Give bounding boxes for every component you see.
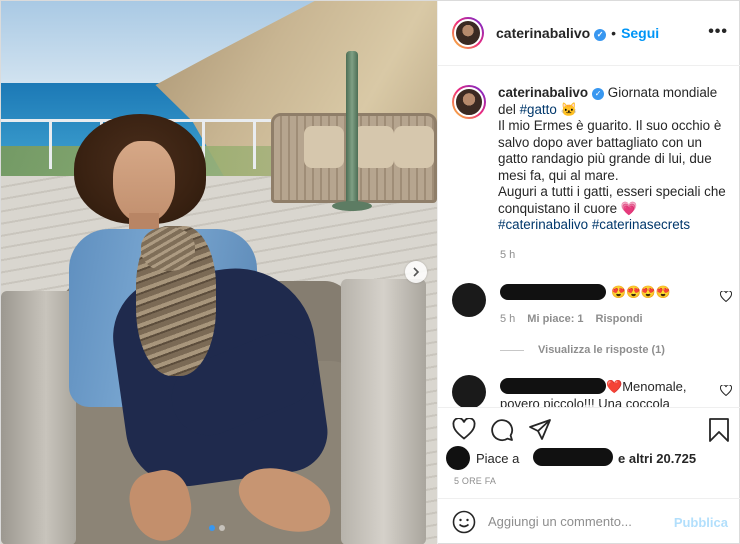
avatar[interactable] xyxy=(452,375,486,407)
cat-emoji: 🐱 xyxy=(560,101,578,117)
redacted-username xyxy=(533,448,613,466)
replies-line xyxy=(500,349,524,351)
comment-text: 😍😍😍😍 xyxy=(611,285,671,299)
carousel-dots xyxy=(209,525,225,531)
photo-woman xyxy=(1,1,437,544)
add-comment-bar: Pubblica xyxy=(438,498,740,544)
avatar[interactable] xyxy=(452,17,484,49)
hashtag-link[interactable]: #caterinasecrets xyxy=(592,217,690,232)
likes-count[interactable]: e altri 20.725 xyxy=(618,451,696,466)
heart-icon[interactable] xyxy=(719,290,733,305)
comment-meta: 5 h Mi piace: 1 Rispondi xyxy=(500,313,643,325)
post-timestamp[interactable]: 5 ORE FA xyxy=(454,476,496,486)
header-username[interactable]: caterinabalivo ✓ xyxy=(496,25,607,41)
avatar[interactable] xyxy=(452,85,486,119)
verified-icon: ✓ xyxy=(592,88,605,101)
caption-username[interactable]: caterinabalivo xyxy=(498,85,588,100)
heart-emoji: ❤️ xyxy=(606,379,623,394)
post-header: caterinabalivo ✓ • Segui ••• xyxy=(438,1,740,66)
caption-line3: Auguri a tutti i gatti, esseri speciali … xyxy=(498,184,726,216)
emoji-icon[interactable] xyxy=(452,510,476,539)
carousel-dot xyxy=(219,525,225,531)
redacted-username xyxy=(500,378,606,394)
avatar[interactable] xyxy=(452,283,486,317)
hashtag-link[interactable]: #gatto xyxy=(520,102,557,117)
publish-button[interactable]: Pubblica xyxy=(674,515,728,530)
cat-head xyxy=(141,227,195,271)
reply-button[interactable]: Rispondi xyxy=(596,313,643,325)
carousel-dot-active xyxy=(209,525,215,531)
likes-prefix: Piace a xyxy=(476,451,520,466)
comment-time: 5 h xyxy=(500,313,516,325)
avatar[interactable] xyxy=(446,446,470,470)
chevron-right-icon[interactable] xyxy=(405,261,427,283)
post-photo[interactable] xyxy=(1,1,437,544)
redacted-username xyxy=(500,284,606,300)
comment: ❤️Menomale, povero piccolo!!! Una coccol… xyxy=(452,375,732,407)
caption-time: 5 h xyxy=(500,249,516,261)
comment-text: ❤️Menomale, povero piccolo!!! Una coccol… xyxy=(500,378,720,407)
view-replies-button[interactable]: Visualizza le risposte (1) xyxy=(500,344,665,356)
woman-face xyxy=(113,141,175,223)
caption-text: caterinabalivo ✓ Giornata mondiale del #g… xyxy=(498,85,734,234)
likes-summary[interactable]: Piace a e altri 20.725 xyxy=(446,443,736,471)
more-options-icon[interactable]: ••• xyxy=(708,23,728,41)
post-caption: caterinabalivo ✓ Giornata mondiale del #g… xyxy=(452,85,734,234)
follow-button[interactable]: Segui xyxy=(621,25,659,41)
post-panel: caterinabalivo ✓ • Segui ••• caterinabali… xyxy=(437,1,740,544)
view-replies-label: Visualizza le risposte (1) xyxy=(538,344,665,356)
verified-icon: ✓ xyxy=(594,28,607,41)
separator-dot: • xyxy=(611,25,617,41)
instagram-post: caterinabalivo ✓ • Segui ••• caterinabali… xyxy=(0,0,740,544)
caption-line2: Il mio Ermes è guarito. Il suo occhio è … xyxy=(498,118,722,183)
heart-icon[interactable] xyxy=(719,384,732,399)
add-comment-input[interactable] xyxy=(488,509,668,533)
comment-likes[interactable]: Mi piace: 1 xyxy=(527,313,583,325)
hashtag-link[interactable]: #caterinabalivo xyxy=(498,217,588,232)
heart-icon[interactable] xyxy=(452,417,476,445)
